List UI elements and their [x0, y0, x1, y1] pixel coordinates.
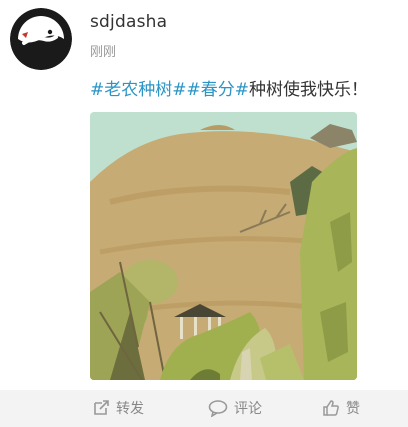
like-label: 赞	[346, 401, 360, 417]
repost-icon	[94, 400, 109, 415]
comment-button[interactable]: 评论	[208, 398, 262, 418]
repost-label: 转发	[116, 401, 144, 417]
comment-label: 评论	[234, 401, 262, 417]
timestamp: 刚刚	[90, 45, 117, 60]
like-button[interactable]: 赞	[322, 398, 360, 418]
avatar[interactable]	[10, 8, 72, 70]
illustration-image	[90, 112, 357, 380]
username[interactable]: sdjdasha	[90, 12, 167, 32]
hashtag-link[interactable]: #老农种树#	[90, 80, 187, 100]
post-body-text: 种树使我快乐！	[249, 80, 368, 100]
repost-button[interactable]: 转发	[92, 398, 144, 418]
hashtag-link[interactable]: #春分#	[187, 80, 250, 100]
action-bar: 转发 评论 赞	[0, 390, 408, 427]
post-text: #老农种树##春分#种树使我快乐！	[90, 75, 368, 100]
thumbs-up-icon	[323, 400, 339, 416]
avatar-logo-icon	[10, 8, 72, 70]
post-image[interactable]	[90, 112, 357, 380]
comment-icon	[208, 400, 228, 417]
